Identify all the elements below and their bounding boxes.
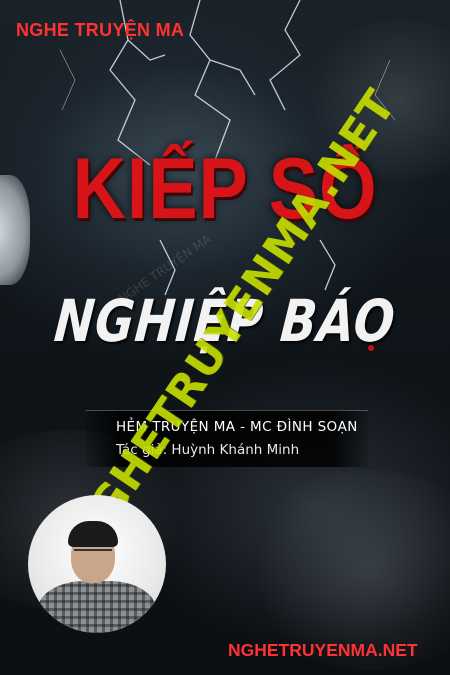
narrator-avatar <box>28 495 166 633</box>
avatar-hair <box>68 521 118 547</box>
avatar-glasses <box>74 549 112 559</box>
avatar-shirt <box>38 581 156 633</box>
website-label: NGHETRUYENMA.NET <box>228 640 418 660</box>
channel-name: NGHE TRUYỆN MA <box>16 20 185 40</box>
book-cover: NGHE TRUYỆN MA NGHE TRUYỆN MA KIẾP SỐ NG… <box>0 0 450 675</box>
blood-drop <box>368 345 374 351</box>
ghost-figure <box>0 175 30 285</box>
